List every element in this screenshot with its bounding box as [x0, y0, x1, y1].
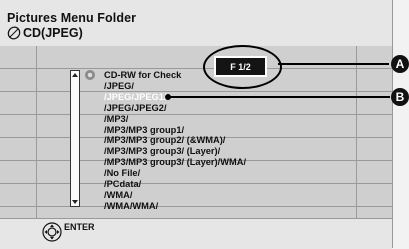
- callout-marker-b: B: [391, 88, 409, 106]
- scroll-up-arrow-icon[interactable]: [72, 73, 78, 77]
- page-title: Pictures Menu Folder: [7, 11, 137, 25]
- callout-ring-a: [203, 45, 282, 89]
- folder-list-item[interactable]: /MP3/MP3 group1/: [104, 125, 246, 136]
- disc-icon: [7, 26, 21, 40]
- folder-list: CD-RW for Check/JPEG//JPEG/JPEG1//JPEG/J…: [104, 70, 246, 212]
- enter-label: ENTER: [64, 222, 95, 232]
- cd-icon: [85, 70, 95, 80]
- callout-leader-a: [278, 63, 389, 65]
- folder-list-item[interactable]: /No File/: [104, 168, 246, 179]
- folder-list-item[interactable]: /MP3/: [104, 114, 246, 125]
- remote-enter-button-icon: [42, 222, 62, 242]
- tv-screen: Pictures Menu Folder CD(JPEG) CD-RW for …: [0, 0, 393, 249]
- folder-list-item[interactable]: /PCdata/: [104, 179, 246, 190]
- folder-list-item[interactable]: /WMA/: [104, 190, 246, 201]
- divider: [36, 46, 37, 218]
- folder-list-scrollbar[interactable]: [70, 70, 80, 207]
- folder-list-item[interactable]: /MP3/MP3 group3/ (Layer)/: [104, 146, 246, 157]
- folder-list-item[interactable]: /JPEG/JPEG2/: [104, 103, 246, 114]
- folder-list-item[interactable]: /WMA/WMA/: [104, 201, 246, 212]
- disc-type-label: CD(JPEG): [7, 26, 83, 40]
- menu-header: Pictures Menu Folder CD(JPEG): [0, 0, 392, 47]
- folder-list-item[interactable]: /MP3/MP3 group2/ (&WMA)/: [104, 135, 246, 146]
- disc-type-text: CD(JPEG): [23, 26, 83, 40]
- callout-marker-a: A: [391, 55, 409, 73]
- scroll-down-arrow-icon[interactable]: [72, 200, 78, 204]
- folder-list-item[interactable]: /MP3/MP3 group3/ (Layer)/WMA/: [104, 157, 246, 168]
- callout-leader-b: [165, 94, 390, 100]
- divider: [356, 46, 357, 218]
